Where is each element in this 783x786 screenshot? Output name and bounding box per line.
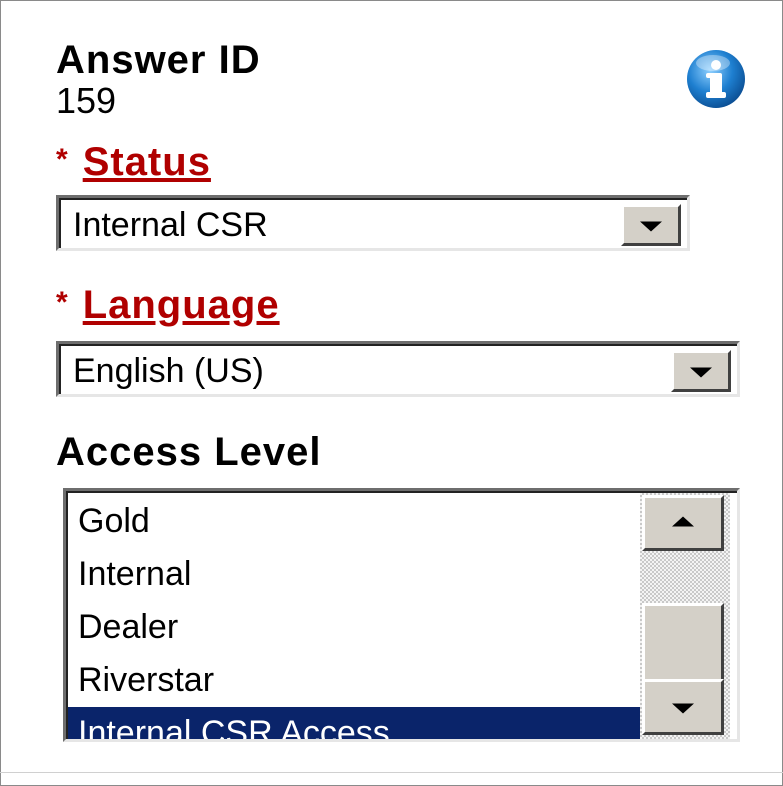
divider	[0, 772, 783, 773]
language-dropdown-button[interactable]	[671, 350, 731, 392]
scroll-down-button[interactable]	[642, 679, 724, 735]
status-select[interactable]: Internal CSR	[56, 195, 690, 251]
access-level-listbox[interactable]: Gold Internal Dealer Riverstar Internal …	[63, 488, 740, 742]
status-label: * Status	[56, 140, 211, 185]
answer-id-value: 159	[56, 80, 117, 121]
answer-id-label: Answer ID	[56, 38, 261, 82]
scrollbar[interactable]	[640, 493, 730, 739]
language-label-text: Language	[82, 283, 280, 327]
language-label: * Language	[56, 283, 280, 328]
language-select[interactable]: English (US)	[56, 341, 740, 397]
chevron-down-icon	[690, 367, 712, 378]
chevron-down-icon	[672, 703, 694, 714]
required-marker: *	[56, 286, 69, 319]
list-item[interactable]: Internal	[68, 548, 640, 601]
status-label-text: Status	[82, 140, 211, 184]
chevron-up-icon	[672, 516, 694, 527]
required-marker: *	[56, 143, 69, 176]
scroll-up-button[interactable]	[642, 495, 724, 551]
list-item[interactable]: Riverstar	[68, 654, 640, 707]
status-dropdown-button[interactable]	[621, 204, 681, 246]
list-item[interactable]: Dealer	[68, 601, 640, 654]
access-level-label: Access Level	[56, 430, 322, 474]
chevron-down-icon	[640, 221, 662, 232]
language-selected-value: English (US)	[73, 352, 264, 390]
status-selected-value: Internal CSR	[73, 206, 268, 244]
list-item-selected[interactable]: Internal CSR Access	[68, 707, 640, 739]
list-item[interactable]: Gold	[68, 495, 640, 548]
info-icon[interactable]	[685, 48, 747, 110]
